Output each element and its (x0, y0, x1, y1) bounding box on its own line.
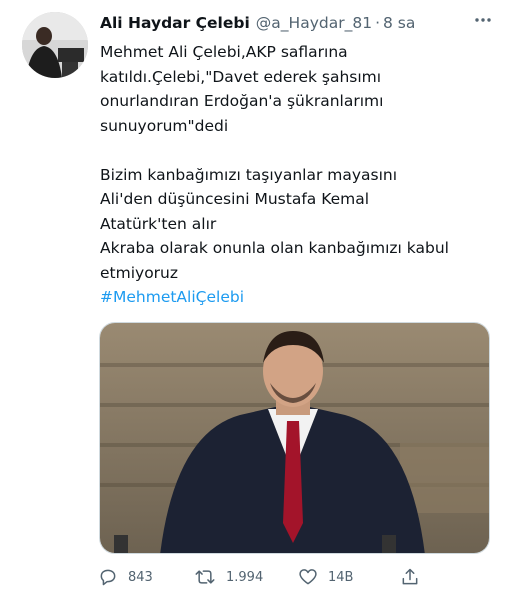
heart-icon (299, 569, 317, 585)
tweet[interactable]: Ali Haydar Çelebi @a_Haydar_81 · 8 sa Mehme… (0, 0, 511, 605)
author-avatar[interactable] (22, 12, 88, 78)
tweet-line: etmiyoruz (100, 263, 179, 282)
share-icon (402, 568, 418, 585)
tweet-header: Ali Haydar Çelebi @a_Haydar_81 · 8 sa (100, 12, 500, 34)
like-count: 14B (328, 569, 354, 585)
author-name[interactable]: Ali Haydar Çelebi (100, 14, 250, 32)
like-button[interactable]: 14B (298, 562, 353, 592)
retweet-count: 1.994 (226, 569, 264, 585)
tweet-line: Atatürk'ten alır (100, 214, 217, 233)
separator: · (375, 14, 380, 32)
reply-count: 843 (128, 569, 153, 585)
tweet-line: katıldı.Çelebi,"Davet ederek şahsımı (100, 67, 382, 86)
reply-icon (100, 569, 116, 586)
tweet-line: Bizim kanbağımızı taşıyanlar mayasını (100, 165, 398, 184)
more-horizontal-icon[interactable] (468, 10, 498, 34)
speaker-photo (100, 323, 489, 553)
tweet-line: Mehmet Ali Çelebi,AKP saflarına (100, 43, 348, 61)
tweet-time[interactable]: 8 sa (383, 14, 415, 32)
tweet-line: sunuyorum"dedi (100, 116, 229, 135)
share-button[interactable] (400, 562, 420, 592)
tweet-actions: 843 1.994 14B (98, 562, 428, 592)
reply-button[interactable]: 843 (98, 562, 153, 592)
tweet-text: Mehmet Ali Çelebi,AKP saflarına katıldı.… (100, 40, 500, 310)
tweet-line: Akraba olarak onunla olan kanbağımızı ka… (100, 239, 449, 257)
avatar-photo (22, 12, 88, 78)
tweet-media-image[interactable] (99, 322, 490, 554)
hashtag-link[interactable]: #MehmetAliÇelebi (100, 285, 500, 310)
author-handle[interactable]: @a_Haydar_81 (256, 14, 372, 32)
retweet-button[interactable]: 1.994 (194, 562, 263, 592)
tweet-line: Ali'den düşüncesini Mustafa Kemal (100, 190, 370, 208)
retweet-icon (195, 570, 215, 584)
tweet-line: onurlandıran Erdoğan'a şükranlarımı (100, 92, 384, 110)
